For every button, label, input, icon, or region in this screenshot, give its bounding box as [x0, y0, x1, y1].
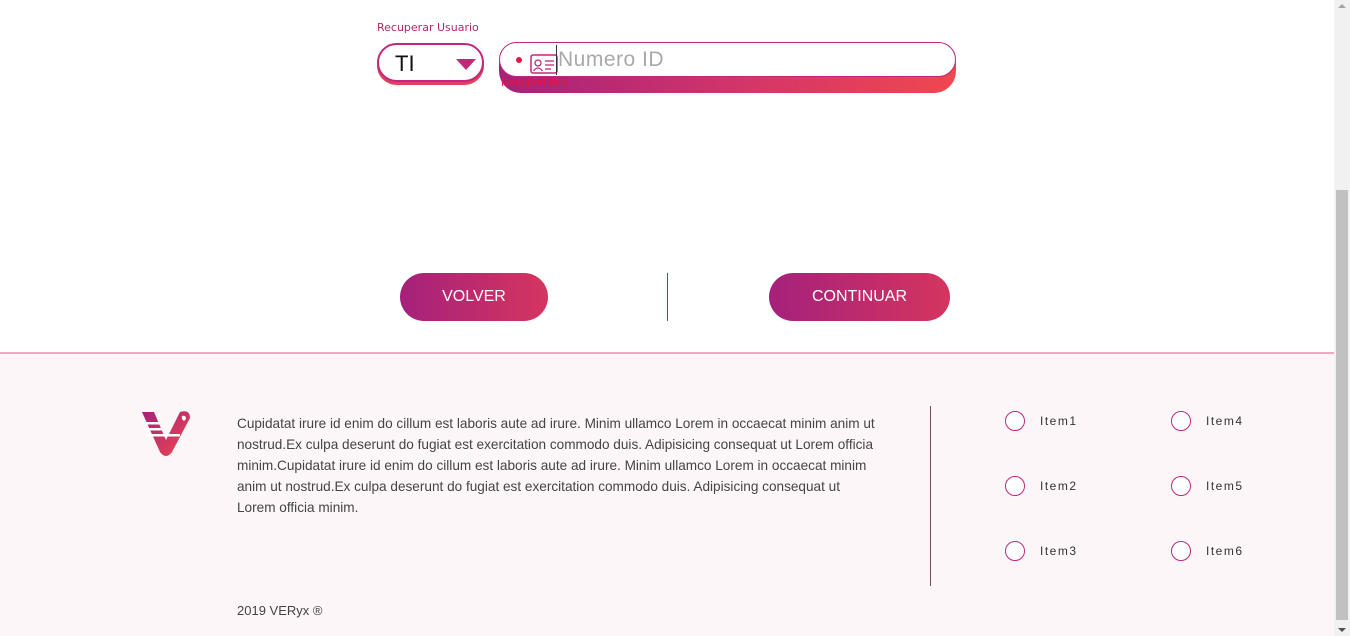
radio-icon[interactable] [1171, 476, 1191, 496]
radio-icon[interactable] [1171, 541, 1191, 561]
document-type-value: TI [395, 51, 415, 76]
radio-icon[interactable] [1005, 476, 1025, 496]
footer-item-5[interactable]: Item5 [1171, 476, 1244, 496]
footer-item-4[interactable]: Item4 [1171, 411, 1244, 431]
footer-item-1[interactable]: Item1 [1005, 411, 1078, 431]
continue-button[interactable]: CONTINUAR [769, 273, 950, 321]
footer-item-6[interactable]: Item6 [1171, 541, 1244, 561]
id-number-input[interactable]: Numero ID [499, 42, 956, 77]
copyright-text: 2019 VERyx ® [237, 603, 323, 618]
scroll-up-icon[interactable] [1338, 4, 1346, 8]
footer-divider [930, 406, 931, 586]
id-card-icon [530, 54, 558, 74]
section-label: Recuperar Usuario [377, 21, 479, 34]
button-divider [667, 273, 668, 321]
radio-icon[interactable] [1171, 411, 1191, 431]
footer-item-label: Item4 [1206, 414, 1244, 428]
page: Recuperar Usuario TI Numero ID Required … [0, 0, 1350, 636]
footer-item-label: Item3 [1040, 544, 1078, 558]
scrollbar-thumb[interactable] [1336, 190, 1348, 620]
radio-icon[interactable] [1005, 411, 1025, 431]
footer-description: Cupidatat irure id enim do cillum est la… [237, 416, 875, 515]
id-number-placeholder: Numero ID [558, 48, 665, 71]
required-dot-icon [516, 57, 522, 63]
footer-item-label: Item1 [1040, 414, 1078, 428]
caret-down-icon[interactable] [456, 59, 476, 70]
scroll-down-icon[interactable] [1338, 628, 1346, 632]
required-field-error: Required field [501, 77, 569, 89]
vertical-scrollbar[interactable] [1334, 0, 1350, 636]
back-button[interactable]: VOLVER [400, 273, 548, 321]
footer-item-3[interactable]: Item3 [1005, 541, 1078, 561]
radio-icon[interactable] [1005, 541, 1025, 561]
text-cursor [556, 45, 557, 75]
document-type-select[interactable]: TI [377, 43, 484, 82]
footer-item-label: Item6 [1206, 544, 1244, 558]
veryx-logo-icon [142, 411, 190, 456]
footer: Cupidatat irure id enim do cillum est la… [0, 352, 1334, 636]
footer-item-label: Item2 [1040, 479, 1078, 493]
footer-item-label: Item5 [1206, 479, 1244, 493]
footer-item-2[interactable]: Item2 [1005, 476, 1078, 496]
